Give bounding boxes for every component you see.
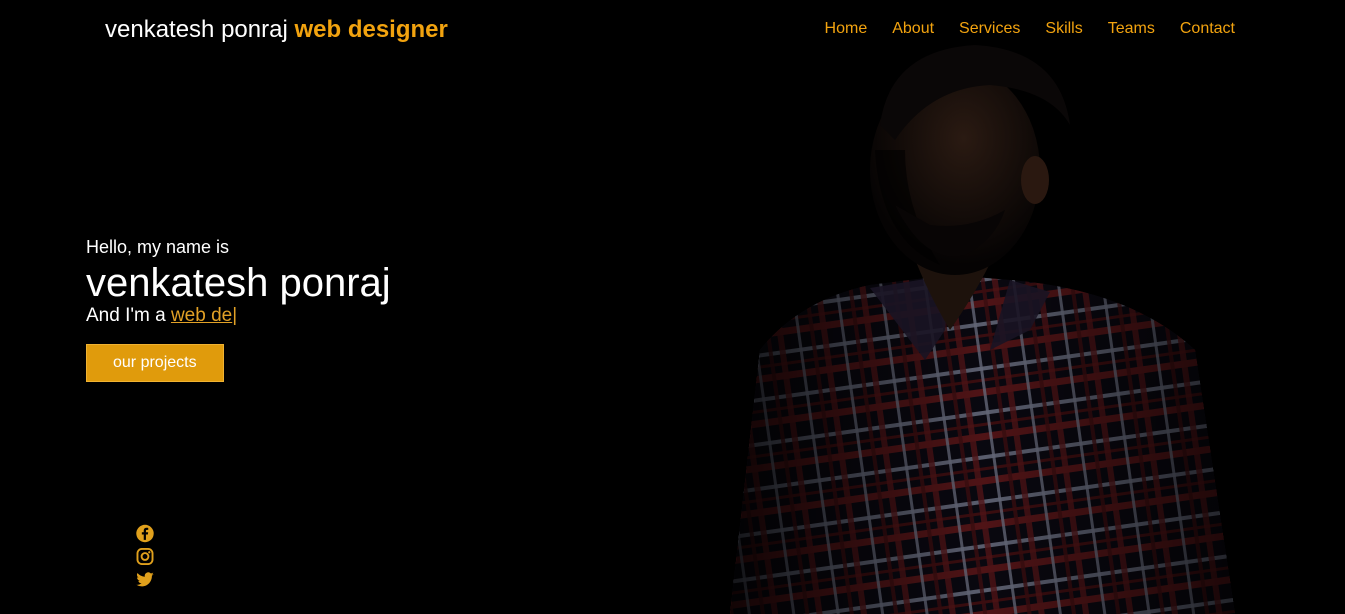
social-links <box>135 524 155 589</box>
hero-role-line: And I'm a web de| <box>86 304 391 328</box>
nav-link-services[interactable]: Services <box>959 20 1020 37</box>
hero-name: venkatesh ponraj <box>86 261 391 305</box>
nav-menu: Home About Services Skills Teams Contact <box>800 19 1235 39</box>
hero-portrait-image <box>690 30 1250 614</box>
brand-name: venkatesh ponraj <box>105 16 288 43</box>
instagram-icon[interactable] <box>135 547 155 566</box>
brand-accent: web designer <box>294 16 448 43</box>
role-prefix: And I'm a <box>86 305 171 326</box>
nav-link-about[interactable]: About <box>892 20 934 37</box>
nav-link-skills[interactable]: Skills <box>1045 20 1082 37</box>
nav-link-contact[interactable]: Contact <box>1180 20 1235 37</box>
nav-link-teams[interactable]: Teams <box>1108 20 1155 37</box>
typing-caret: | <box>232 305 238 326</box>
role-typed-text: web de <box>170 305 233 326</box>
nav-link-home[interactable]: Home <box>825 20 868 37</box>
twitter-icon[interactable] <box>135 570 155 589</box>
our-projects-button[interactable]: our projects <box>86 344 224 382</box>
top-navbar: venkatesh ponraj web designer Home About… <box>0 0 1345 60</box>
hero-intro: Hello, my name is venkatesh ponraj And I… <box>86 236 391 382</box>
hero-greeting: Hello, my name is <box>86 237 230 257</box>
facebook-icon[interactable] <box>135 524 155 543</box>
brand-logo[interactable]: venkatesh ponraj web designer <box>105 15 448 45</box>
